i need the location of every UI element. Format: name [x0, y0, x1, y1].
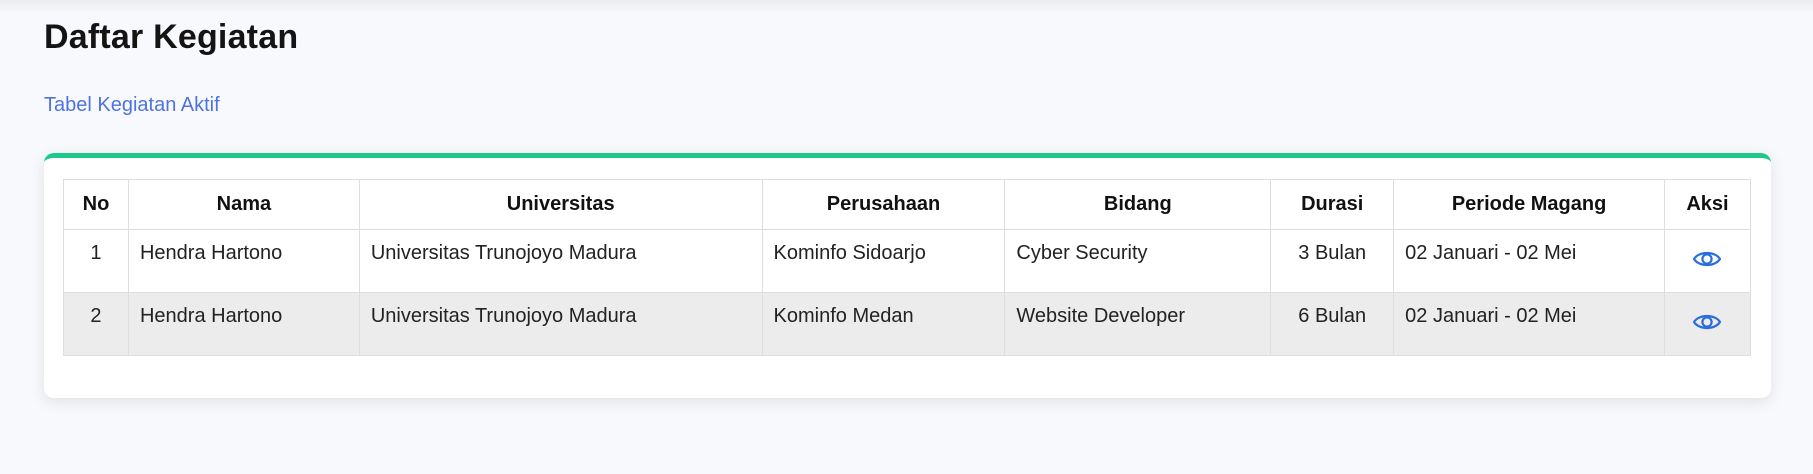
table-row: 2 Hendra Hartono Universitas Trunojoyo M…	[63, 292, 1752, 356]
table-row: 1 Hendra Hartono Universitas Trunojoyo M…	[63, 229, 1752, 293]
cell-periode: 02 Januari - 02 Mei	[1393, 229, 1665, 293]
header-no: No	[63, 179, 129, 230]
header-bidang: Bidang	[1004, 179, 1272, 230]
table-header-row: No Nama Universitas Perusahaan Bidang Du…	[63, 179, 1752, 230]
cell-durasi: 6 Bulan	[1270, 292, 1395, 356]
eye-icon	[1693, 251, 1722, 267]
view-detail-button[interactable]	[1692, 311, 1722, 333]
cell-no: 1	[63, 229, 129, 293]
header-nama: Nama	[127, 179, 360, 230]
cell-universitas: Universitas Trunojoyo Madura	[358, 229, 763, 293]
header-universitas: Universitas	[358, 179, 763, 230]
eye-icon	[1693, 314, 1722, 330]
cell-nama: Hendra Hartono	[127, 292, 360, 356]
page-title: Daftar Kegiatan	[44, 18, 299, 56]
cell-universitas: Universitas Trunojoyo Madura	[358, 292, 763, 356]
cell-perusahaan: Kominfo Medan	[761, 292, 1006, 356]
cell-bidang: Website Developer	[1004, 292, 1272, 356]
topbar-shadow	[0, 0, 1813, 14]
cell-aksi	[1663, 229, 1752, 293]
header-durasi: Durasi	[1270, 179, 1395, 230]
activity-table: No Nama Universitas Perusahaan Bidang Du…	[63, 179, 1752, 356]
header-aksi: Aksi	[1663, 179, 1752, 230]
cell-durasi: 3 Bulan	[1270, 229, 1395, 293]
cell-bidang: Cyber Security	[1004, 229, 1272, 293]
cell-periode: 02 Januari - 02 Mei	[1393, 292, 1665, 356]
cell-perusahaan: Kominfo Sidoarjo	[761, 229, 1006, 293]
cell-aksi	[1663, 292, 1752, 356]
table-subtitle: Tabel Kegiatan Aktif	[44, 94, 220, 116]
view-detail-button[interactable]	[1692, 248, 1722, 270]
cell-nama: Hendra Hartono	[127, 229, 360, 293]
header-periode: Periode Magang	[1393, 179, 1665, 230]
header-perusahaan: Perusahaan	[761, 179, 1006, 230]
activity-card: No Nama Universitas Perusahaan Bidang Du…	[44, 153, 1771, 398]
cell-no: 2	[63, 292, 129, 356]
